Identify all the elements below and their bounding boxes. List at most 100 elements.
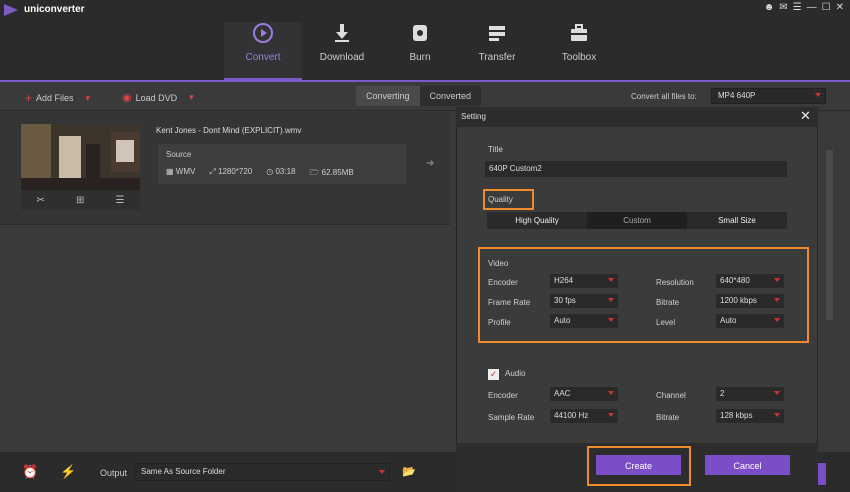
burn-icon <box>413 25 427 41</box>
load-dvd-button[interactable]: ◉ Load DVD ▾ <box>122 91 194 104</box>
scissors-icon[interactable]: ✂ <box>37 195 45 206</box>
sample-rate-label: Sample Rate <box>488 413 535 422</box>
video-encoder-label: Encoder <box>488 278 518 287</box>
lightning-icon[interactable]: ⚡ <box>60 464 76 480</box>
channel-value: 2 <box>720 389 725 398</box>
chevron-down-icon[interactable]: ▾ <box>189 92 194 103</box>
add-files-label: Add Files <box>36 93 74 103</box>
level-label: Level <box>656 318 676 327</box>
quality-segment: High Quality Custom Small Size <box>487 212 787 229</box>
scrollbar[interactable] <box>826 150 833 320</box>
profile-value: Auto <box>554 316 571 325</box>
menu-icon[interactable]: ☰ <box>793 2 802 13</box>
profile-select[interactable]: Auto <box>550 314 618 328</box>
minimize-icon[interactable]: — <box>807 2 817 13</box>
tab-convert-label: Convert <box>245 52 281 63</box>
audio-encoder-select[interactable]: AAC <box>550 387 618 401</box>
resolution-value: 640*480 <box>720 276 750 285</box>
size-value: 62.85MB <box>321 168 354 177</box>
title-input[interactable]: 640P Custom2 <box>485 161 787 177</box>
convert-all-select[interactable]: MP4 640P <box>711 88 826 104</box>
chevron-down-icon <box>379 470 385 474</box>
tab-toolbox[interactable]: Toolbox <box>540 22 618 80</box>
sample-rate-select[interactable]: 44100 Hz <box>550 409 618 423</box>
frame-rate-select[interactable]: 30 fps <box>550 294 618 308</box>
video-encoder-value: H264 <box>554 276 574 285</box>
load-dvd-label: Load DVD <box>135 92 178 103</box>
resolution-info: ⤢ 1280*720 <box>209 167 252 181</box>
video-bitrate-label: Bitrate <box>656 298 680 307</box>
tab-toolbox-label: Toolbox <box>561 52 597 63</box>
tab-transfer-label: Transfer <box>478 52 516 63</box>
alarm-icon[interactable]: ⏰ <box>22 464 38 480</box>
size-info: 🗁 62.85MB <box>310 167 354 181</box>
frame-rate-value: 30 fps <box>554 296 576 305</box>
maximize-icon[interactable]: ☐ <box>822 2 831 13</box>
format-value: WMV <box>175 167 196 176</box>
video-encoder-select[interactable]: H264 <box>550 274 618 288</box>
adjust-icon[interactable]: ☰ <box>115 195 124 206</box>
create-button[interactable]: Create <box>596 455 681 475</box>
chat-icon[interactable]: ✉ <box>779 2 787 13</box>
convert-all-button-edge[interactable] <box>818 463 826 485</box>
audio-encoder-label: Encoder <box>488 391 518 400</box>
close-icon[interactable]: ✕ <box>800 108 811 124</box>
video-bitrate-select[interactable]: 1200 kbps <box>716 294 784 308</box>
title-label: Title <box>488 145 503 154</box>
tab-converted[interactable]: Converted <box>419 86 482 106</box>
user-icon[interactable]: ☻ <box>764 2 775 13</box>
quality-custom[interactable]: Custom <box>587 212 687 229</box>
status-segment: Converting Converted <box>356 86 482 106</box>
video-heading: Video <box>488 259 509 268</box>
tab-download-label: Download <box>319 52 365 63</box>
chevron-down-icon[interactable]: ▾ <box>86 93 91 104</box>
crop-icon[interactable]: ⊞ <box>76 195 84 206</box>
plus-icon: + <box>25 91 33 105</box>
thumbnail-image <box>21 124 140 190</box>
quality-small[interactable]: Small Size <box>687 212 787 229</box>
duration-value: 03:18 <box>275 167 296 176</box>
tab-convert[interactable]: Convert <box>224 22 302 80</box>
clock-icon: ◷ <box>266 167 274 176</box>
video-thumbnail[interactable] <box>21 124 140 190</box>
chevron-down-icon <box>774 391 780 395</box>
output-select[interactable]: Same As Source Folder <box>134 463 390 481</box>
resize-icon: ⤢ <box>209 167 216 176</box>
audio-checkbox[interactable]: ✓ <box>488 369 499 380</box>
chevron-down-icon <box>774 298 780 302</box>
output-value: Same As Source Folder <box>141 467 226 476</box>
dvd-icon: ◉ <box>122 92 132 104</box>
audio-heading: Audio <box>505 369 526 378</box>
source-label: Source <box>166 150 192 159</box>
tab-converting[interactable]: Converting <box>356 86 420 106</box>
source-info: ▦ WMV ⤢ 1280*720 ◷ 03:18 🗁 62.85MB <box>166 167 354 181</box>
tab-burn[interactable]: Burn <box>381 22 459 80</box>
download-icon <box>335 24 349 42</box>
audio-bitrate-select[interactable]: 128 kbps <box>716 409 784 423</box>
chevron-down-icon <box>608 318 614 322</box>
window-controls: ☻ ✉ ☰ — ☐ ✕ <box>764 2 844 13</box>
cancel-button[interactable]: Cancel <box>705 455 790 475</box>
add-files-button[interactable]: + Add Files ▾ <box>25 91 90 105</box>
channel-select[interactable]: 2 <box>716 387 784 401</box>
level-value: Auto <box>720 316 737 325</box>
file-list-empty <box>0 225 456 452</box>
folder-open-icon[interactable]: 📂 <box>402 465 416 478</box>
convert-icon <box>253 23 273 43</box>
chevron-down-icon <box>774 278 780 282</box>
tab-download[interactable]: Download <box>303 22 381 80</box>
video-bitrate-value: 1200 kbps <box>720 296 757 305</box>
folder-icon: 🗁 <box>309 168 320 177</box>
quality-label: Quality <box>488 195 513 204</box>
resolution-value: 1280*720 <box>218 167 253 176</box>
quality-high[interactable]: High Quality <box>487 212 587 229</box>
resolution-select[interactable]: 640*480 <box>716 274 784 288</box>
toolbox-icon <box>571 24 587 41</box>
dialog-title: Setting <box>461 112 486 121</box>
tab-transfer[interactable]: Transfer <box>458 22 536 80</box>
format-info: ▦ WMV <box>166 167 195 181</box>
level-select[interactable]: Auto <box>716 314 784 328</box>
close-icon[interactable]: ✕ <box>836 2 844 13</box>
sample-rate-value: 44100 Hz <box>554 411 589 420</box>
app-logo-icon <box>4 4 18 16</box>
